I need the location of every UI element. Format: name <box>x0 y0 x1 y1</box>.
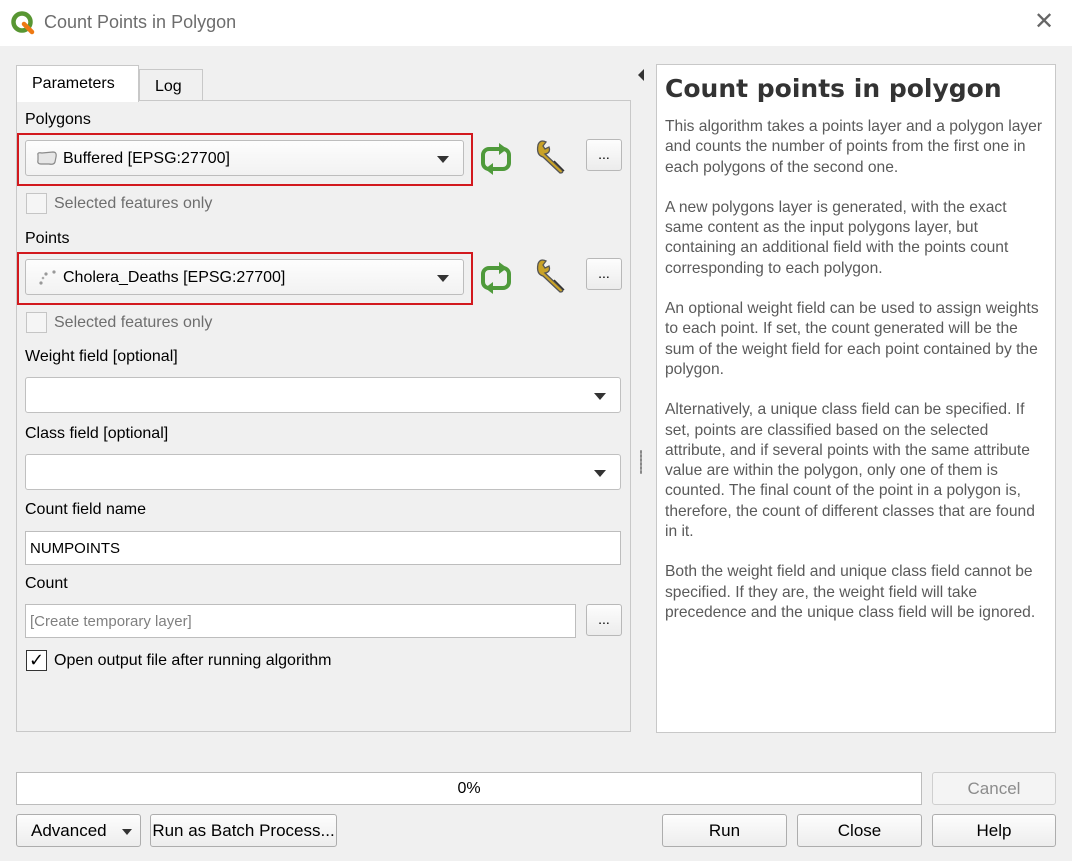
polygons-selected-only-checkbox[interactable] <box>26 193 47 214</box>
wrench-icon[interactable] <box>532 256 572 296</box>
run-button[interactable]: Run <box>662 814 787 847</box>
weight-field-label: Weight field [optional] <box>25 348 178 365</box>
open-output-checkbox[interactable]: ✓ <box>26 650 47 671</box>
tab-parameters[interactable]: Parameters <box>16 65 139 102</box>
help-paragraph: A new polygons layer is generated, with … <box>665 198 1009 277</box>
polygons-label: Polygons <box>25 111 91 128</box>
count-field-name-label: Count field name <box>25 501 146 518</box>
help-title: Count points in polygon <box>665 74 1002 103</box>
advanced-button[interactable]: Advanced <box>16 814 141 847</box>
qgis-logo-icon <box>11 11 35 35</box>
points-browse-button[interactable]: ... <box>586 258 622 290</box>
help-paragraph: Alternatively, a unique class field can … <box>665 401 1035 541</box>
collapse-arrow-icon[interactable] <box>638 69 644 81</box>
points-combo[interactable]: Cholera_Deaths [EPSG:27700] <box>25 259 464 295</box>
count-output-input[interactable]: [Create temporary layer] <box>25 604 576 638</box>
chevron-down-icon <box>594 470 606 477</box>
close-button[interactable]: Close <box>797 814 922 847</box>
wrench-icon[interactable] <box>532 137 572 177</box>
help-paragraph: An optional weight field can be used to … <box>665 300 1039 378</box>
progress-text: 0% <box>457 780 481 797</box>
points-selected-only-label: Selected features only <box>54 314 213 331</box>
iterate-icon[interactable] <box>477 258 517 298</box>
run-as-batch-button[interactable]: Run as Batch Process... <box>150 814 337 847</box>
polygons-combo[interactable]: Buffered [EPSG:27700] <box>25 140 464 176</box>
chevron-down-icon <box>437 156 449 163</box>
chevron-down-icon <box>437 275 449 282</box>
window-title: Count Points in Polygon <box>44 12 237 32</box>
tab-log[interactable]: Log <box>139 69 203 102</box>
chevron-down-icon <box>594 393 606 400</box>
count-output-browse-button[interactable]: ... <box>586 604 622 636</box>
chevron-down-icon <box>122 829 132 835</box>
help-paragraph: This algorithm takes a points layer and … <box>665 118 1043 176</box>
panel-splitter[interactable] <box>636 64 646 734</box>
class-field-combo[interactable] <box>25 454 621 490</box>
polygons-value: Buffered [EPSG:27700] <box>63 150 230 167</box>
polygons-selected-only-label: Selected features only <box>54 195 213 212</box>
points-selected-only-checkbox[interactable] <box>26 312 47 333</box>
splitter-grip <box>640 450 642 474</box>
help-panel: Count points in polygon This algorithm t… <box>656 64 1056 733</box>
help-button[interactable]: Help <box>932 814 1056 847</box>
class-field-label: Class field [optional] <box>25 425 169 442</box>
points-value: Cholera_Deaths [EPSG:27700] <box>63 269 286 286</box>
points-label: Points <box>25 230 70 247</box>
iterate-icon[interactable] <box>477 139 517 179</box>
close-icon[interactable]: ✕ <box>1030 8 1058 36</box>
weight-field-combo[interactable] <box>25 377 621 413</box>
title-bar: Count Points in Polygon ✕ <box>0 0 1072 46</box>
progress-bar: 0% <box>16 772 922 805</box>
open-output-label: Open output file after running algorithm <box>54 652 332 669</box>
point-layer-icon <box>39 270 56 285</box>
polygons-browse-button[interactable]: ... <box>586 139 622 171</box>
count-field-name-input[interactable]: NUMPOINTS <box>25 531 621 565</box>
cancel-button[interactable]: Cancel <box>932 772 1056 805</box>
advanced-button-label: Advanced <box>31 821 107 840</box>
polygon-layer-icon <box>37 151 57 165</box>
count-output-label: Count <box>25 575 68 592</box>
help-paragraph: Both the weight field and unique class f… <box>665 563 1036 621</box>
